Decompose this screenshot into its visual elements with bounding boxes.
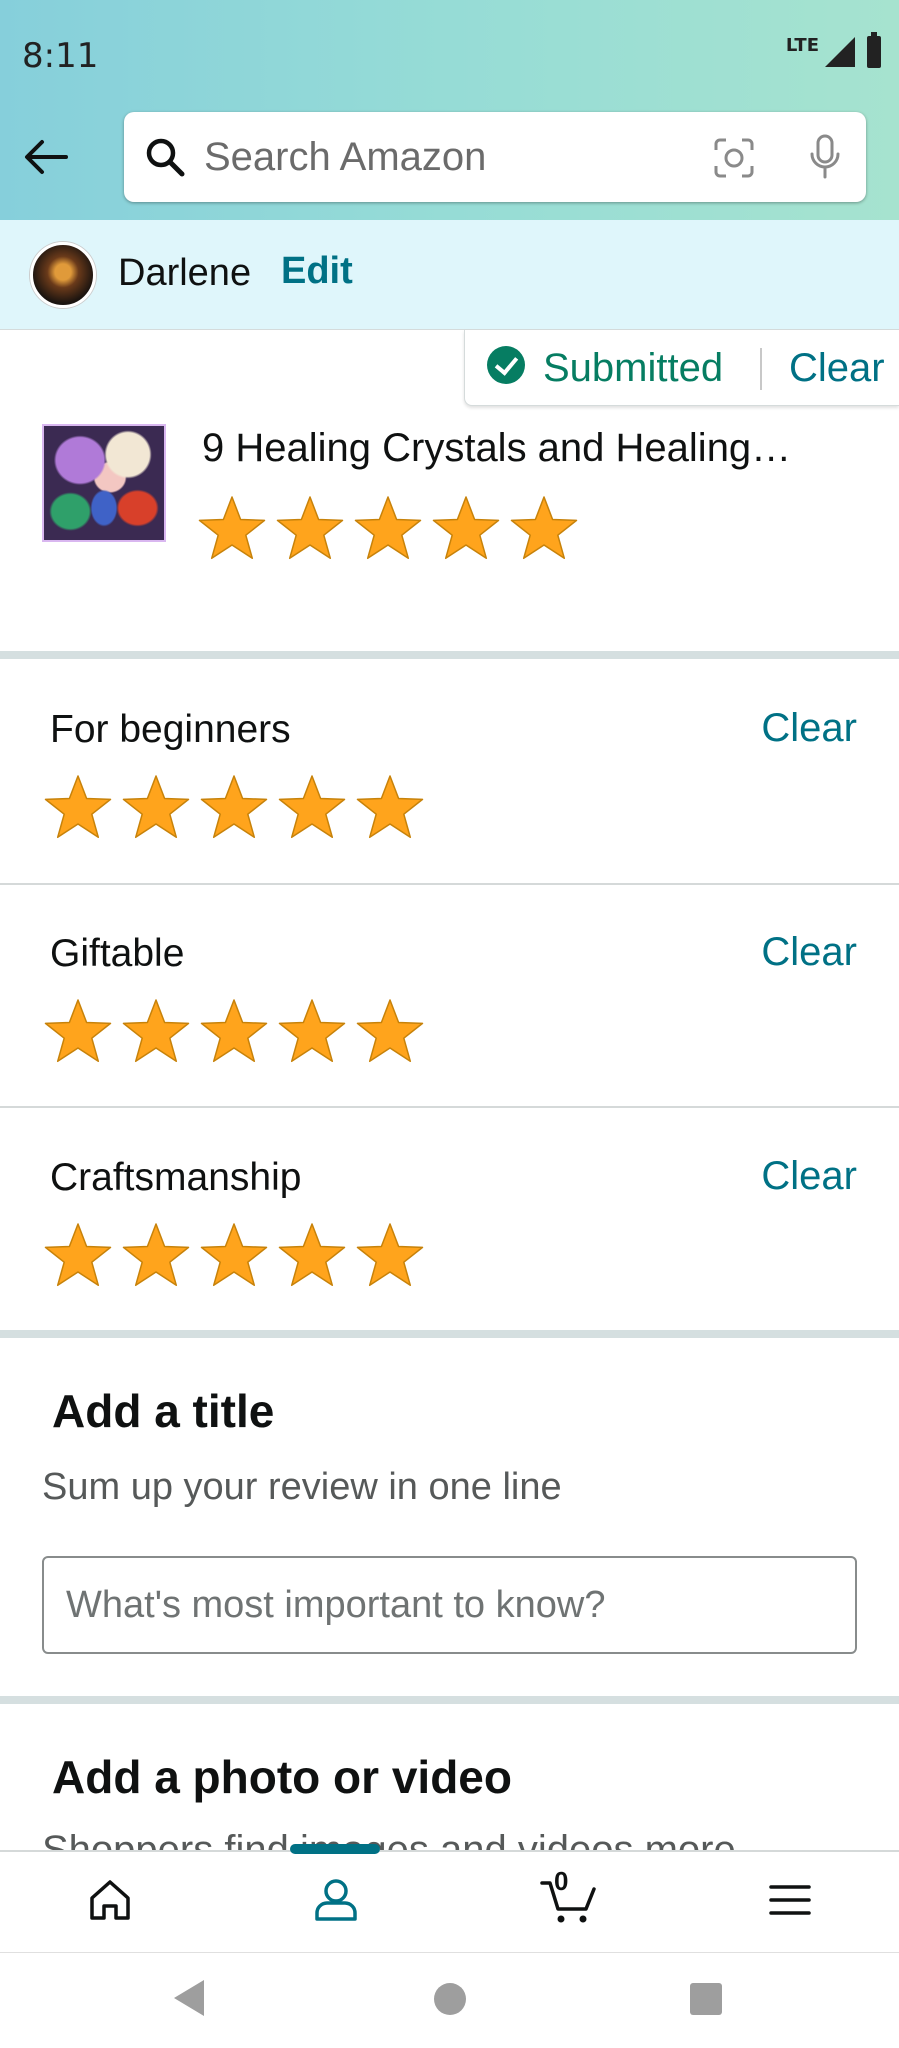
star-icon[interactable] — [276, 772, 348, 842]
star-icon[interactable] — [120, 1220, 192, 1290]
account-icon — [315, 1879, 357, 1921]
clear-overall-button[interactable]: Clear — [789, 346, 885, 391]
overall-rating-stars[interactable] — [196, 493, 580, 563]
craftsmanship-stars[interactable] — [42, 1220, 426, 1290]
star-icon[interactable] — [352, 493, 424, 563]
attribute-label-craftsmanship: Craftsmanship — [50, 1156, 302, 1199]
search-icon — [146, 138, 185, 177]
star-icon[interactable] — [120, 996, 192, 1066]
star-icon[interactable] — [198, 1220, 270, 1290]
section-divider — [0, 1696, 899, 1704]
star-icon[interactable] — [42, 996, 114, 1066]
home-icon — [90, 1880, 130, 1920]
product-title: 9 Healing Crystals and Healing… — [202, 426, 792, 470]
battery-icon — [867, 32, 881, 68]
avatar — [30, 242, 96, 308]
star-icon[interactable] — [430, 493, 502, 563]
clear-craftsmanship-button[interactable]: Clear — [761, 1154, 857, 1199]
for-beginners-stars[interactable] — [42, 772, 426, 842]
system-home-icon[interactable] — [434, 1983, 466, 2015]
product-image — [42, 424, 166, 542]
star-icon[interactable] — [354, 1220, 426, 1290]
menu-icon — [769, 1885, 811, 1915]
star-icon[interactable] — [120, 772, 192, 842]
star-icon[interactable] — [196, 493, 268, 563]
signal-icon — [825, 37, 855, 67]
clear-giftable-button[interactable]: Clear — [761, 930, 857, 975]
giftable-stars[interactable] — [42, 996, 426, 1066]
lte-indicator: LTE — [785, 34, 819, 56]
attribute-label-for-beginners: For beginners — [50, 708, 291, 751]
star-icon[interactable] — [198, 996, 270, 1066]
camera-search-icon[interactable] — [712, 136, 756, 180]
status-icons: LTE — [785, 32, 881, 68]
star-icon[interactable] — [42, 1220, 114, 1290]
row-divider — [0, 1106, 899, 1108]
star-icon[interactable] — [198, 772, 270, 842]
divider — [760, 348, 762, 390]
review-title-input[interactable] — [42, 1556, 857, 1654]
nav-menu[interactable] — [760, 1870, 820, 1930]
cart-icon — [540, 1881, 596, 1923]
submitted-label: Submitted — [543, 346, 724, 390]
edit-profile-link[interactable]: Edit — [281, 250, 353, 293]
back-button[interactable] — [18, 132, 74, 182]
star-icon[interactable] — [276, 1220, 348, 1290]
nav-cart[interactable] — [534, 1870, 604, 1930]
status-time: 8:11 — [22, 36, 99, 76]
system-recents-icon[interactable] — [690, 1983, 722, 2015]
star-icon[interactable] — [508, 493, 580, 563]
microphone-icon[interactable] — [808, 134, 842, 180]
star-icon[interactable] — [42, 772, 114, 842]
add-photo-subheading: Shoppers find images and videos more — [42, 1830, 736, 1850]
star-icon[interactable] — [354, 772, 426, 842]
reviewer-name: Darlene — [118, 252, 252, 294]
star-icon[interactable] — [274, 493, 346, 563]
active-tab-indicator — [290, 1844, 380, 1854]
search-bar[interactable] — [124, 112, 866, 202]
back-arrow-icon — [25, 140, 68, 174]
reviewer-bar: Darlene Edit — [0, 220, 899, 330]
add-title-heading: Add a title — [52, 1385, 275, 1437]
nav-account[interactable] — [306, 1870, 366, 1930]
row-divider — [0, 883, 899, 885]
star-icon[interactable] — [354, 996, 426, 1066]
section-divider — [0, 1330, 899, 1338]
submission-status: Submitted Clear — [464, 330, 899, 406]
attribute-label-giftable: Giftable — [50, 932, 185, 975]
add-title-subheading: Sum up your review in one line — [42, 1466, 562, 1508]
system-back-icon[interactable] — [174, 1980, 204, 2016]
search-input[interactable] — [204, 128, 664, 186]
cart-count-badge: 0 — [554, 1866, 569, 1896]
star-icon[interactable] — [276, 996, 348, 1066]
clear-for-beginners-button[interactable]: Clear — [761, 706, 857, 751]
add-photo-heading: Add a photo or video — [52, 1751, 512, 1803]
app-header: 8:11 LTE — [0, 0, 899, 220]
section-divider — [0, 651, 899, 659]
check-circle-icon — [487, 346, 525, 384]
nav-home[interactable] — [80, 1870, 140, 1930]
